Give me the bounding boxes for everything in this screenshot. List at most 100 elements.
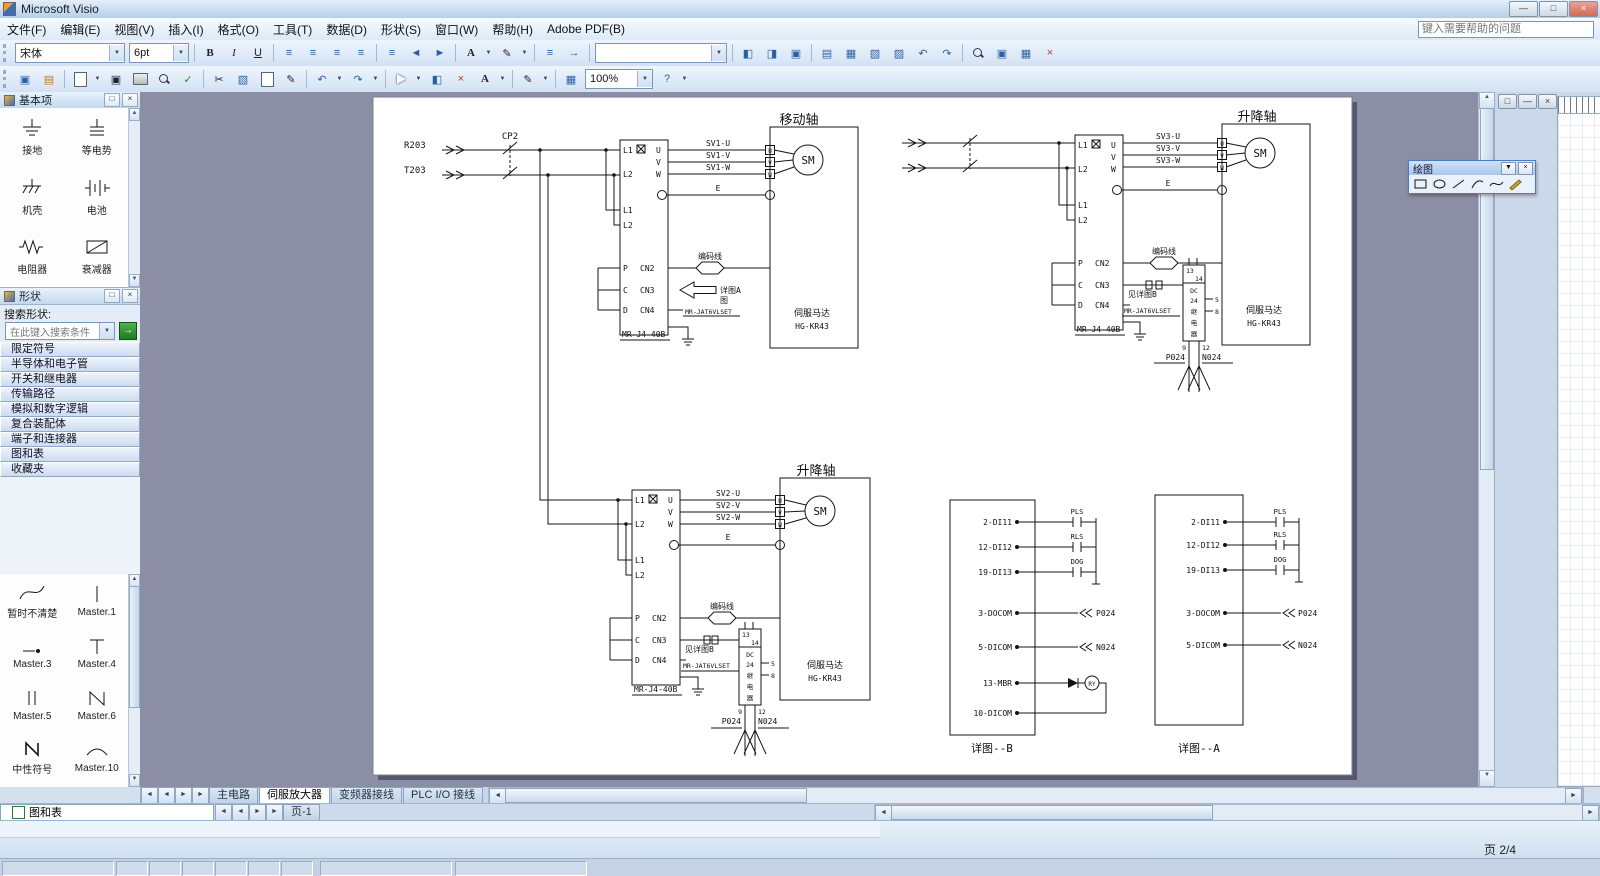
scroll-down-icon[interactable]: ▼ [129, 774, 140, 787]
zoom-combo[interactable]: 100%▼ [585, 69, 653, 89]
page-tab-page1[interactable]: 页-1 [283, 804, 320, 821]
justify-icon[interactable]: ≡ [350, 43, 372, 63]
spelling-button[interactable]: ✓ [177, 69, 199, 89]
panel-close-button[interactable]: × [122, 93, 138, 107]
pencil-tool-icon[interactable] [1508, 178, 1523, 190]
master-shape[interactable]: 衰减器 [65, 227, 130, 284]
help-button[interactable]: ? [656, 69, 678, 89]
stencil-category[interactable]: 半导体和电子管 [0, 357, 140, 372]
menu-tools[interactable]: 工具(T) [266, 19, 319, 40]
master-shape[interactable]: Master.1 [65, 574, 130, 626]
master-shape[interactable]: 暂时不清楚 [0, 574, 65, 626]
chevron-down-icon[interactable]: ▼ [413, 70, 424, 88]
increase-indent-icon[interactable]: ► [429, 43, 451, 63]
menu-format[interactable]: 格式(O) [211, 19, 266, 40]
scrollbar-thumb[interactable] [129, 586, 140, 708]
scroll-down-icon[interactable]: ▼ [1479, 770, 1495, 787]
child-restore-button[interactable]: □ [1498, 94, 1517, 109]
menu-window[interactable]: 窗口(W) [428, 19, 485, 40]
drawing-canvas[interactable]: R203 T203 CP2 SV1-U SV1-V SV1-W E 详图A 图 … [140, 92, 1478, 787]
line-tool-icon[interactable] [1451, 178, 1466, 190]
master-shape[interactable]: Master.4 [65, 626, 130, 678]
chevron-down-icon[interactable]: ▼ [334, 70, 345, 88]
toolbar-grip[interactable] [3, 70, 9, 88]
panel-window-button[interactable]: □ [104, 289, 120, 303]
first-page-icon[interactable]: ◄ [215, 804, 232, 821]
drawing-tools-button[interactable]: ✎ [517, 69, 539, 89]
bold-button[interactable]: B [199, 43, 221, 63]
vertical-scrollbar[interactable]: ▲ ▼ [1478, 92, 1495, 787]
chevron-down-icon[interactable]: ▼ [92, 70, 103, 88]
close-toolbar-icon[interactable]: × [1039, 43, 1061, 63]
close-button[interactable]: × [1569, 1, 1598, 17]
chevron-down-icon[interactable]: ▼ [1501, 162, 1516, 175]
last-page-icon[interactable]: ► [266, 804, 283, 821]
search-shapes-input[interactable]: 在此键入搜索条件 ▼ [5, 322, 115, 340]
glue-icon[interactable]: ▦ [1015, 43, 1037, 63]
stencil-window-icon[interactable]: ▤ [38, 69, 60, 89]
rotate-icon[interactable]: ↶ [912, 43, 934, 63]
snap-icon[interactable]: ▣ [991, 43, 1013, 63]
italic-button[interactable]: I [223, 43, 245, 63]
ungroup-icon[interactable]: ▨ [888, 43, 910, 63]
menu-edit[interactable]: 编辑(E) [53, 19, 107, 40]
connector-tool-button[interactable]: ◧ [426, 69, 448, 89]
drawing-floating-toolbar[interactable]: 绘图 ▼ × [1408, 160, 1536, 194]
toolbar-grip[interactable] [3, 44, 9, 62]
dynamic-grid-icon[interactable]: ▣ [785, 43, 807, 63]
stencil-category[interactable]: 限定符号 [0, 342, 140, 357]
menu-insert[interactable]: 插入(I) [161, 19, 210, 40]
menu-file[interactable]: 文件(F) [0, 19, 53, 40]
stencil-category[interactable]: 复合装配体 [0, 417, 140, 432]
stencil-category[interactable]: 图和表 [0, 447, 140, 462]
paste-button[interactable] [256, 69, 278, 89]
help-question-input[interactable] [1418, 21, 1594, 38]
next-page-icon[interactable]: ► [175, 787, 192, 804]
first-page-icon[interactable]: ◄ [141, 787, 158, 804]
copy-button[interactable]: ▧ [232, 69, 254, 89]
horizontal-scrollbar[interactable]: ◄ ► [488, 787, 1583, 804]
master-shape[interactable]: Master.10 [65, 730, 130, 782]
chevron-down-icon[interactable]: ▼ [99, 323, 114, 339]
style-combo[interactable]: ▼ [595, 43, 727, 63]
master-shape[interactable]: Master.6 [65, 678, 130, 730]
align-left-icon[interactable]: ≡ [278, 43, 300, 63]
chevron-down-icon[interactable]: ▼ [173, 45, 188, 61]
menu-view[interactable]: 视图(V) [107, 19, 161, 40]
maximize-button[interactable]: □ [1539, 1, 1568, 17]
chevron-down-icon[interactable]: ▼ [711, 45, 726, 61]
group-icon[interactable]: ▧ [864, 43, 886, 63]
ellipse-tool-icon[interactable] [1432, 178, 1447, 190]
format-painter-button[interactable]: ✎ [280, 69, 302, 89]
master-shape[interactable]: 机壳 [0, 168, 65, 225]
menu-data[interactable]: 数据(D) [319, 19, 374, 40]
bring-to-front-icon[interactable]: ▤ [816, 43, 838, 63]
prev-page-icon[interactable]: ◄ [232, 804, 249, 821]
connect-shapes-icon[interactable]: ◧ [737, 43, 759, 63]
page-tab-inverter-wiring[interactable]: 变频器接线 [331, 787, 402, 804]
scroll-up-icon[interactable]: ▲ [129, 108, 140, 121]
scrollbar-thumb[interactable] [505, 788, 807, 803]
drawing-toolbar-titlebar[interactable]: 绘图 ▼ × [1409, 161, 1535, 175]
chevron-down-icon[interactable]: ▼ [540, 70, 551, 88]
chevron-down-icon[interactable]: ▼ [483, 44, 494, 62]
child-close-button[interactable]: × [1538, 94, 1557, 109]
shapes-window-icon[interactable]: ▣ [14, 69, 36, 89]
master-shape[interactable]: Master.3 [0, 626, 65, 678]
font-size-combo[interactable]: 6pt▼ [129, 43, 189, 63]
minimize-button[interactable]: — [1509, 1, 1538, 17]
print-button[interactable] [129, 69, 151, 89]
doc-tab-charts[interactable]: 图和表 [0, 804, 214, 821]
chevron-down-icon[interactable]: ▼ [519, 44, 530, 62]
zoom-toolbar-icon[interactable] [967, 43, 989, 63]
pan-zoom-icon[interactable]: ▦ [560, 69, 582, 89]
chevron-down-icon[interactable]: ▼ [679, 70, 690, 88]
cut-button[interactable]: ✂ [208, 69, 230, 89]
freeform-tool-icon[interactable] [1489, 178, 1504, 190]
basic-panel-scrollbar[interactable]: ▲ ▼ [128, 108, 140, 287]
child-minimize-button[interactable]: — [1518, 94, 1537, 109]
bullets-icon[interactable]: ≡ [381, 43, 403, 63]
master-shape[interactable]: 中性符号 [0, 730, 65, 782]
stencil-category[interactable]: 传输路径 [0, 387, 140, 402]
save-button[interactable]: ▣ [105, 69, 127, 89]
